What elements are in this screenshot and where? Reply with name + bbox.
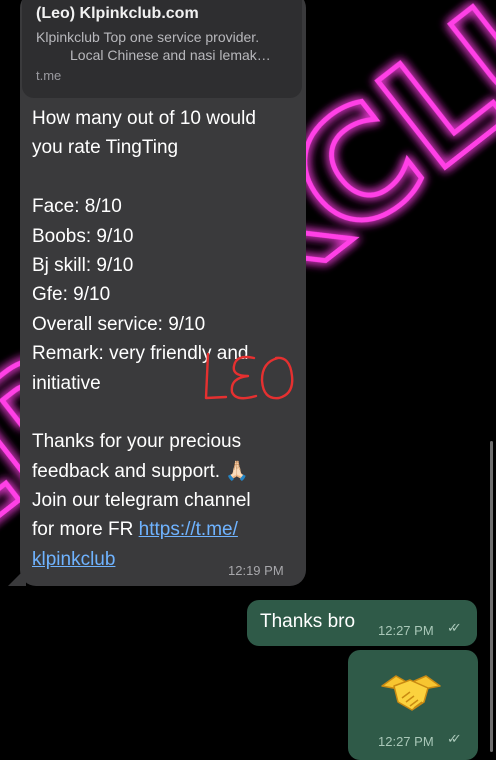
message-line: Thanks for your precious (32, 431, 242, 453)
message-timestamp: 12:27 PM (378, 734, 434, 749)
message-line: Face: 8/10 (32, 196, 122, 218)
message-timestamp: 12:19 PM (228, 563, 284, 578)
message-line: How many out of 10 would (32, 108, 256, 129)
incoming-message-text: How many out of 10 would you rate TingTi… (32, 104, 298, 574)
telegram-link-continued[interactable]: klpinkclub (32, 549, 115, 570)
outgoing-message-text: Thanks bro (260, 611, 356, 632)
link-preview-domain: t.me (36, 68, 62, 83)
message-line: Boobs: 9/10 (32, 225, 134, 247)
message-line: feedback and support. 🙏🏻 (32, 460, 249, 482)
telegram-link[interactable]: https://t.me/ (139, 519, 238, 540)
double-check-icon: ✓✓ (447, 620, 462, 635)
message-line: Gfe: 9/10 (32, 284, 111, 306)
message-timestamp: 12:27 PM (378, 623, 434, 638)
link-preview-description-2: Local Chinese and nasi lemak… (70, 47, 271, 63)
message-line: Overall service: 9/10 (32, 313, 206, 335)
double-check-icon: ✓✓ (447, 731, 462, 746)
handwritten-leo-watermark (204, 352, 294, 400)
message-line-text: for more FR (32, 519, 139, 541)
message-line: Join our telegram channel (32, 490, 251, 512)
message-line: for more FR https://t.me/ (32, 515, 298, 544)
message-line: you rate TingTing (32, 137, 179, 159)
handshake-icon (381, 675, 441, 711)
scrollbar[interactable] (490, 441, 493, 752)
link-preview-description: Klpinkclub Top one service provider. (36, 29, 260, 45)
incoming-bubble-tail (8, 568, 26, 586)
link-preview-title[interactable]: (Leo) Klpinkclub.com (36, 5, 199, 23)
message-line: Bj skill: 9/10 (32, 254, 134, 276)
